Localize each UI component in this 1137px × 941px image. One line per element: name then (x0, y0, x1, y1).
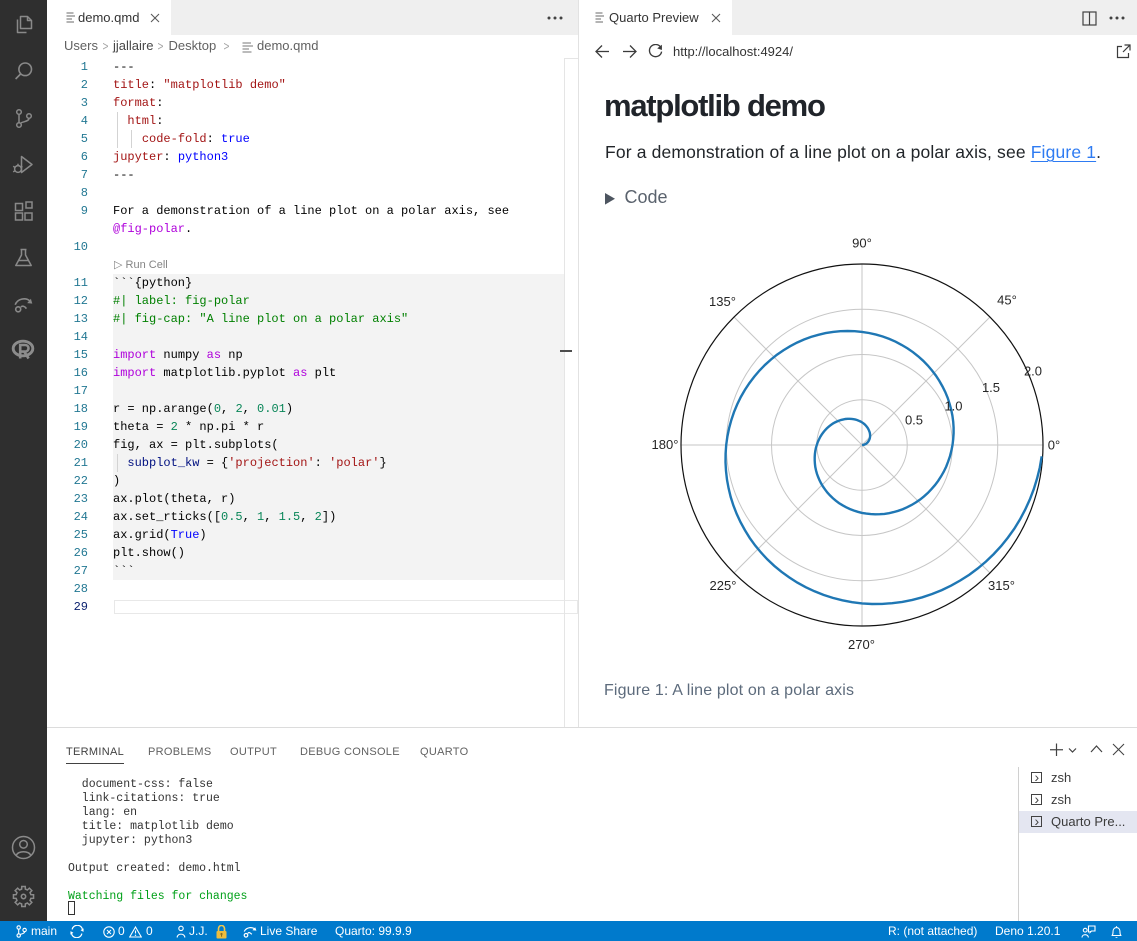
svg-text:180°: 180° (652, 437, 679, 452)
svg-text:1.0: 1.0 (944, 399, 962, 414)
svg-text:0°: 0° (1048, 438, 1060, 453)
svg-text:315°: 315° (988, 578, 1015, 593)
svg-text:135°: 135° (709, 294, 736, 309)
svg-text:1.5: 1.5 (982, 380, 1000, 395)
svg-text:225°: 225° (710, 578, 737, 593)
svg-text:2.0: 2.0 (1024, 364, 1042, 379)
svg-text:90°: 90° (852, 236, 872, 251)
svg-text:45°: 45° (997, 293, 1017, 308)
svg-text:270°: 270° (848, 637, 875, 652)
svg-text:0.5: 0.5 (905, 413, 923, 428)
